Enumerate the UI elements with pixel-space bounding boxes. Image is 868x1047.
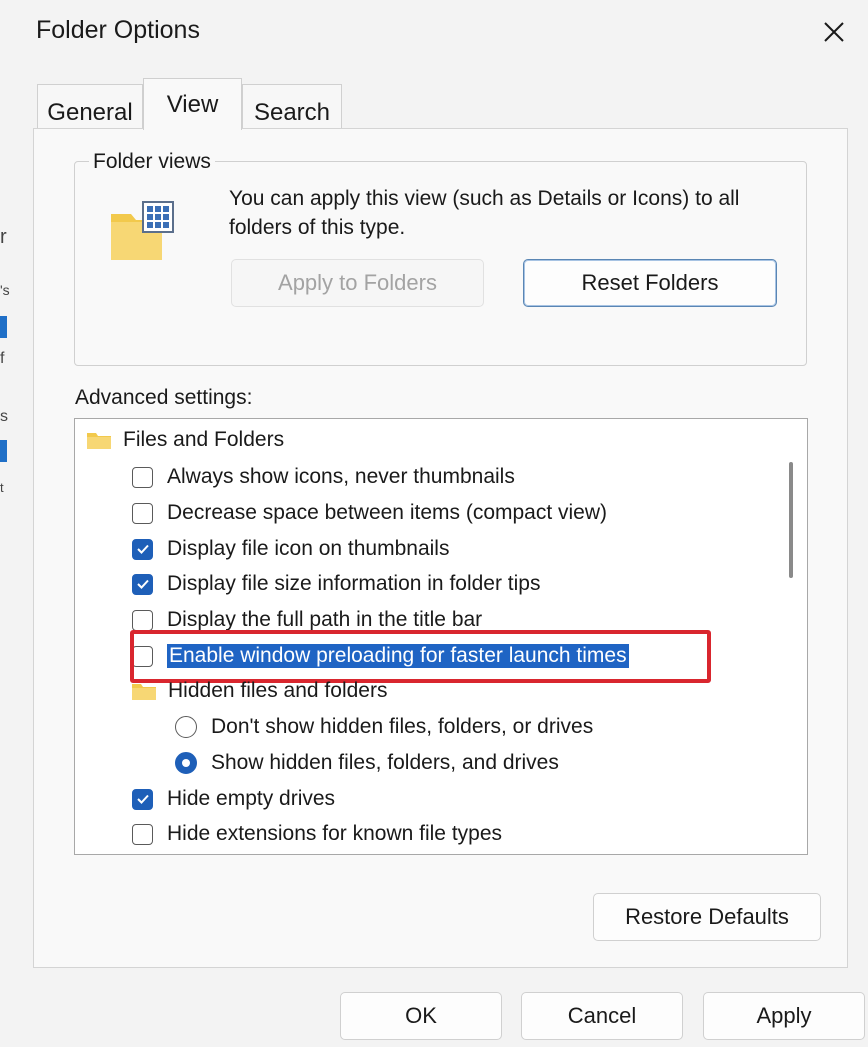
ok-button[interactable]: OK bbox=[340, 992, 502, 1040]
tab-general[interactable]: General bbox=[37, 84, 143, 128]
tab-view[interactable]: View bbox=[143, 78, 242, 130]
background-text: 's bbox=[0, 282, 10, 298]
option-label: Don't show hidden files, folders, or dri… bbox=[211, 715, 594, 738]
option-decrease-space[interactable]: Decrease space between items (compact vi… bbox=[132, 497, 607, 529]
dialog-title: Folder Options bbox=[36, 16, 200, 44]
option-always-show-icons[interactable]: Always show icons, never thumbnails bbox=[132, 461, 515, 493]
title-bar: Folder Options bbox=[13, 0, 868, 66]
option-hide-extensions[interactable]: Hide extensions for known file types bbox=[132, 818, 502, 850]
folder-views-description: You can apply this view (such as Details… bbox=[229, 187, 740, 239]
option-label: Display the full path in the title bar bbox=[167, 608, 483, 631]
folder-icon bbox=[87, 433, 111, 449]
checkbox-unchecked[interactable] bbox=[132, 609, 153, 631]
background-highlight bbox=[0, 316, 7, 338]
option-dont-show-hidden[interactable]: Don't show hidden files, folders, or dri… bbox=[175, 711, 593, 743]
checkmark-icon bbox=[136, 794, 149, 804]
reset-folders-button[interactable]: Reset Folders bbox=[523, 259, 777, 307]
restore-defaults-button[interactable]: Restore Defaults bbox=[593, 893, 821, 941]
tree-item-label: Hidden files and folders bbox=[168, 679, 388, 702]
background-text: s bbox=[0, 408, 8, 425]
option-label: Display file icon on thumbnails bbox=[167, 537, 450, 560]
background-text: f bbox=[0, 350, 5, 367]
folder-options-dialog: Folder Options General View Search Folde… bbox=[13, 0, 868, 1047]
checkbox-checked[interactable] bbox=[132, 788, 153, 810]
folder-views-icon bbox=[111, 201, 174, 260]
tree-item-label: Files and Folders bbox=[123, 428, 285, 451]
advanced-settings-label: Advanced settings: bbox=[75, 386, 253, 409]
tree-scrollbar-thumb[interactable] bbox=[789, 462, 793, 578]
close-icon bbox=[824, 22, 844, 42]
background-text: r bbox=[0, 226, 7, 248]
option-label: Decrease space between items (compact vi… bbox=[167, 501, 608, 524]
apply-button[interactable]: Apply bbox=[703, 992, 865, 1040]
folder-icon bbox=[132, 684, 156, 700]
option-display-file-icon[interactable]: Display file icon on thumbnails bbox=[132, 533, 449, 565]
checkbox-unchecked[interactable] bbox=[132, 466, 153, 488]
option-label: Hide empty drives bbox=[167, 787, 336, 810]
background-window bbox=[0, 0, 14, 1047]
checkmark-icon bbox=[136, 579, 149, 589]
checkbox-checked[interactable] bbox=[132, 573, 153, 595]
option-label: Display file size information in folder … bbox=[167, 572, 541, 595]
option-label: Hide extensions for known file types bbox=[167, 822, 503, 845]
folder-views-label: Folder views bbox=[89, 150, 215, 174]
radio-checked[interactable] bbox=[175, 752, 197, 774]
option-label: Always show icons, never thumbnails bbox=[167, 465, 515, 488]
background-text: t bbox=[0, 480, 4, 495]
option-hide-empty-drives[interactable]: Hide empty drives bbox=[132, 783, 335, 815]
cancel-button[interactable]: Cancel bbox=[521, 992, 683, 1040]
option-display-file-size[interactable]: Display file size information in folder … bbox=[132, 568, 541, 600]
close-button[interactable] bbox=[808, 6, 860, 58]
option-label: Show hidden files, folders, and drives bbox=[211, 751, 559, 774]
radio-unchecked[interactable] bbox=[175, 716, 197, 738]
option-show-hidden[interactable]: Show hidden files, folders, and drives bbox=[175, 747, 559, 779]
apply-to-folders-button[interactable]: Apply to Folders bbox=[231, 259, 484, 307]
checkbox-unchecked[interactable] bbox=[132, 502, 153, 524]
checkbox-unchecked[interactable] bbox=[132, 823, 153, 845]
checkbox-checked[interactable] bbox=[132, 538, 153, 560]
tree-folder-hidden-files[interactable]: Hidden files and folders bbox=[132, 675, 387, 707]
tree-folder-files-and-folders[interactable]: Files and Folders bbox=[87, 424, 284, 456]
tab-search[interactable]: Search bbox=[242, 84, 342, 128]
checkmark-icon bbox=[136, 544, 149, 554]
background-highlight bbox=[0, 440, 7, 462]
